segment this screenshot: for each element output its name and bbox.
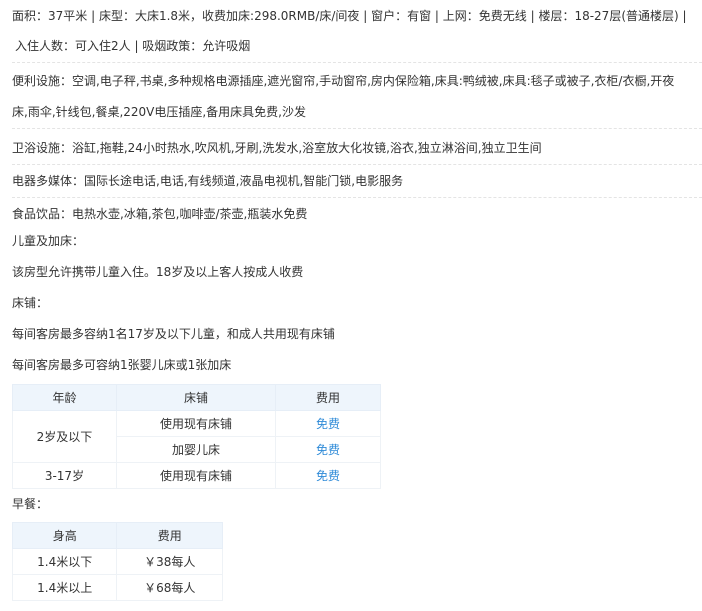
facility-convenience: 便利设施：空调,电子秤,书桌,多种规格电源插座,遮光窗帘,手动窗帘,房内保险箱,… (12, 63, 702, 129)
table-row: 2岁及以下 使用现有床铺 免费 (12, 410, 381, 463)
room-info-line: 入住人数：可入住2人 | 吸烟政策：允许吸烟 (15, 39, 251, 53)
facility-label: 卫浴设施： (12, 141, 73, 155)
facility-values: 床,雨伞,针线包,餐桌,220V电压插座,备用床具免费,沙发 (12, 105, 307, 119)
breakfast-title: 早餐： (12, 497, 49, 511)
facility-values: 浴缸,拖鞋,24小时热水,吹风机,牙刷,洗发水,浴室放大化妆镜,浴衣,独立淋浴间… (72, 141, 542, 155)
bed-policy-line: 每间客房最多容纳1名17岁及以下儿童，和成人共用现有床铺 (12, 327, 335, 341)
table-row: 1.4米以上 ￥68每人 (11, 574, 223, 601)
table-header-bed: 床铺 (115, 384, 277, 411)
facility-food: 食品饮品：电热水壶,冰箱,茶包,咖啡壶/茶壶,瓶装水免费 (12, 198, 702, 224)
height-cell: 1.4米以下 (11, 548, 118, 575)
facility-media: 电器多媒体：国际长途电话,电话,有线频道,液晶电视机,智能门锁,电影服务 (12, 165, 702, 198)
bed-cell: 使用现有床铺 (115, 410, 277, 437)
table-header-row: 年龄 床铺 费用 (12, 384, 381, 411)
room-basic-info: 面积：37平米 | 床型：大床1.8米，收费加床:298.0RMB/床/间夜 |… (12, 0, 702, 63)
facility-values: 国际长途电话,电话,有线频道,液晶电视机,智能门锁,电影服务 (84, 174, 404, 188)
table-header-age: 年龄 (12, 384, 117, 411)
bed-cell: 加婴儿床 (115, 436, 277, 463)
room-info-line: 面积：37平米 | 床型：大床1.8米，收费加床:298.0RMB/床/间夜 |… (12, 9, 687, 23)
fee-cell: 免费 (275, 462, 381, 489)
table-row: 1.4米以下 ￥38每人 (11, 548, 223, 575)
facility-bathroom: 卫浴设施：浴缸,拖鞋,24小时热水,吹风机,牙刷,洗发水,浴室放大化妆镜,浴衣,… (12, 129, 702, 165)
breakfast-table: 身高 费用 1.4米以下 ￥38每人 1.4米以上 ￥68每人 (11, 522, 223, 601)
height-cell: 1.4米以上 (11, 574, 118, 601)
children-policy: 该房型允许携带儿童入住。18岁及以上客人按成人收费 (12, 265, 304, 279)
fee-cell: ￥38每人 (116, 548, 223, 575)
bed-cell: 使用现有床铺 (115, 462, 277, 489)
table-header-fee: 费用 (275, 384, 381, 411)
children-bed-table: 年龄 床铺 费用 2岁及以下 使用现有床铺 免费 加婴儿床 免费 3-17岁 使… (12, 384, 381, 489)
facility-label: 电器多媒体： (12, 174, 85, 188)
facility-label: 便利设施： (12, 74, 73, 88)
fee-cell: ￥68每人 (116, 574, 223, 601)
table-header-height: 身高 (11, 522, 118, 549)
fee-cell: 免费 (275, 436, 381, 463)
table-row: 3-17岁 使用现有床铺 免费 (12, 462, 381, 489)
table-header-row: 身高 费用 (11, 522, 223, 549)
bed-title: 床铺： (12, 296, 49, 310)
facility-label: 食品饮品： (12, 207, 73, 221)
room-detail: 面积：37平米 | 床型：大床1.8米，收费加床:298.0RMB/床/间夜 |… (12, 0, 702, 224)
facility-values: 空调,电子秤,书桌,多种规格电源插座,遮光窗帘,手动窗帘,房内保险箱,床具:鸭绒… (72, 74, 675, 88)
bed-policy-line: 每间客房最多可容纳1张婴儿床或1张加床 (12, 358, 232, 372)
age-cell: 3-17岁 (12, 462, 117, 489)
fee-cell: 免费 (275, 410, 381, 437)
age-cell: 2岁及以下 (12, 410, 117, 463)
facility-values: 电热水壶,冰箱,茶包,咖啡壶/茶壶,瓶装水免费 (72, 207, 308, 221)
table-header-fee: 费用 (116, 522, 223, 549)
children-title: 儿童及加床： (12, 234, 85, 248)
